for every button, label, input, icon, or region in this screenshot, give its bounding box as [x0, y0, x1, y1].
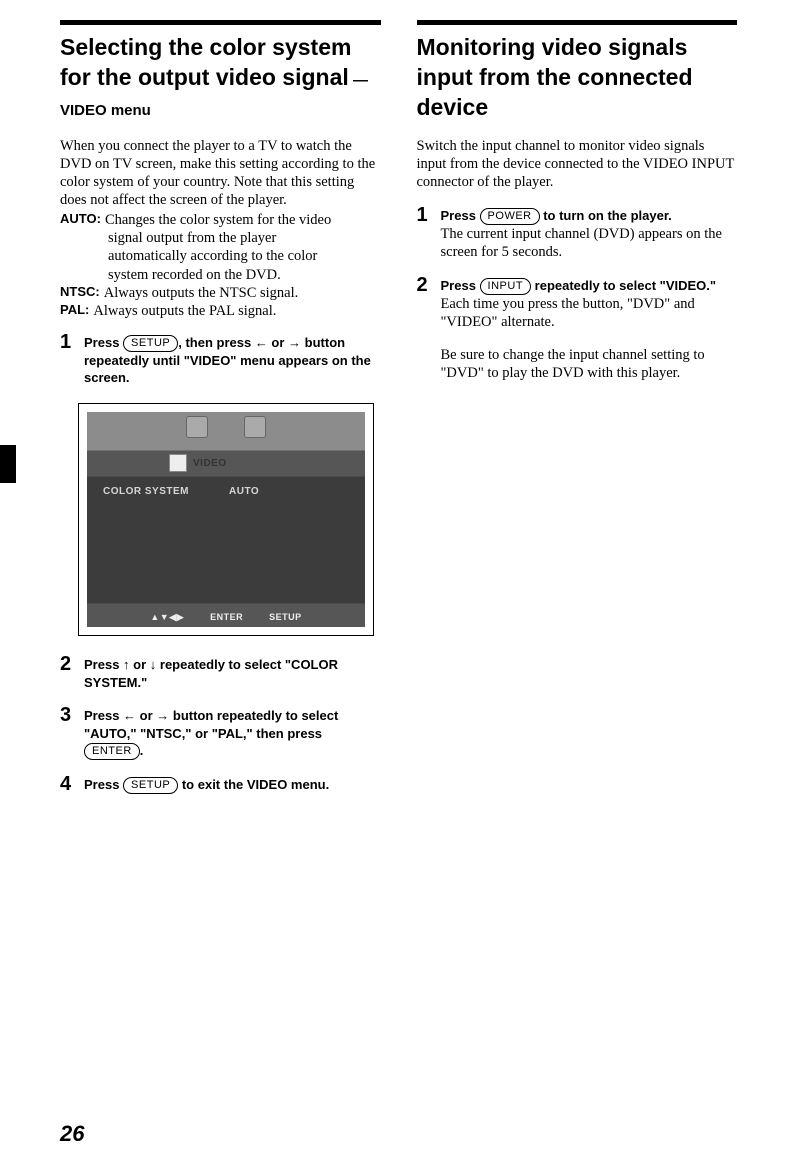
arrow-right-icon: → — [288, 335, 301, 350]
r-step1-body: The current input channel (DVD) appears … — [441, 225, 738, 261]
intro-left: When you connect the player to a TV to w… — [60, 137, 381, 210]
option-auto-desc-4: system recorded on the DVD. — [60, 266, 381, 284]
left-step-2: 2 Press ↑ or ↓ repeatedly to select "COL… — [60, 656, 381, 691]
arrow-left-icon: ← — [255, 335, 268, 350]
step-number: 3 — [60, 705, 84, 760]
r-step1-text-b: to turn on the player. — [540, 208, 672, 223]
step2-text-b: or — [130, 657, 150, 672]
option-pal-desc: Always outputs the PAL signal. — [89, 302, 276, 320]
hint-enter: ENTER — [210, 612, 243, 623]
r-step1-text-a: Press — [441, 208, 480, 223]
option-pal-label: PAL: — [60, 302, 89, 320]
left-column: Selecting the color system for the outpu… — [60, 20, 381, 810]
arrow-right-icon: → — [156, 708, 169, 723]
options-list: AUTO: Changes the color system for the v… — [60, 211, 381, 320]
r-step2-text-a: Press — [441, 278, 480, 293]
page-number: 26 — [60, 1121, 84, 1147]
step1-text-c: or — [268, 335, 288, 350]
step-number: 2 — [417, 275, 441, 382]
option-auto-desc-3: automatically according to the color — [60, 247, 381, 265]
tab-icon-active — [169, 454, 187, 472]
enter-button-label: ENTER — [84, 743, 140, 760]
heading-left: Selecting the color system for the outpu… — [60, 33, 381, 123]
hint-nav: ▲▼◀▶ — [150, 612, 184, 623]
step-number: 4 — [60, 774, 84, 794]
step-number: 1 — [60, 332, 84, 387]
step4-text-a: Press — [84, 777, 123, 792]
option-auto-label: AUTO: — [60, 211, 101, 229]
input-button-label: INPUT — [480, 278, 532, 295]
left-step-3: 3 Press ← or → button repeatedly to sele… — [60, 707, 381, 760]
tab-icon — [186, 416, 208, 438]
option-ntsc-label: NTSC: — [60, 284, 100, 302]
heading-left-main: Selecting the color system for the outpu… — [60, 34, 351, 90]
right-step-2: 2 Press INPUT repeatedly to select "VIDE… — [417, 277, 738, 382]
setup-button-label: SETUP — [123, 777, 178, 794]
arrow-left-icon: ← — [123, 708, 136, 723]
hint-setup: SETUP — [269, 612, 302, 623]
r-step2-text-b: repeatedly to select "VIDEO." — [531, 278, 716, 293]
right-step-1: 1 Press POWER to turn on the player. The… — [417, 207, 738, 261]
menu-item-value: AUTO — [229, 486, 259, 497]
option-auto-desc-2: signal output from the player — [60, 229, 381, 247]
step-number: 2 — [60, 654, 84, 691]
step3-text-a: Press — [84, 708, 123, 723]
setup-button-label: SETUP — [123, 335, 178, 352]
heading-rule-left — [60, 20, 381, 25]
step4-text-b: to exit the VIDEO menu. — [178, 777, 329, 792]
step2-text-a: Press — [84, 657, 123, 672]
r-step2-body2: Be sure to change the input channel sett… — [441, 346, 738, 382]
left-step-1: 1 Press SETUP, then press ← or → button … — [60, 334, 381, 387]
right-column: Monitoring video signals input from the … — [417, 20, 738, 810]
tab-icon — [244, 416, 266, 438]
r-step2-body1: Each time you press the button, "DVD" an… — [441, 295, 738, 331]
step1-text-b: , then press — [178, 335, 255, 350]
step-number: 1 — [417, 205, 441, 261]
side-tab-marker — [0, 445, 16, 483]
menu-item-name: COLOR SYSTEM — [103, 486, 189, 497]
left-step-4: 4 Press SETUP to exit the VIDEO menu. — [60, 776, 381, 794]
active-tab-label: VIDEO — [193, 458, 227, 469]
option-ntsc-desc: Always outputs the NTSC signal. — [100, 284, 299, 302]
step3-text-b: or — [136, 708, 156, 723]
step3-text-d: . — [140, 743, 144, 758]
option-auto-desc-1: Changes the color system for the video — [101, 211, 331, 229]
power-button-label: POWER — [480, 208, 540, 225]
heading-right: Monitoring video signals input from the … — [417, 33, 738, 123]
heading-rule-right — [417, 20, 738, 25]
intro-right: Switch the input channel to monitor vide… — [417, 137, 738, 191]
step1-text-a: Press — [84, 335, 123, 350]
menu-screenshot: VIDEO COLOR SYSTEM AUTO ▲▼◀▶ ENTER SETUP — [78, 403, 374, 636]
